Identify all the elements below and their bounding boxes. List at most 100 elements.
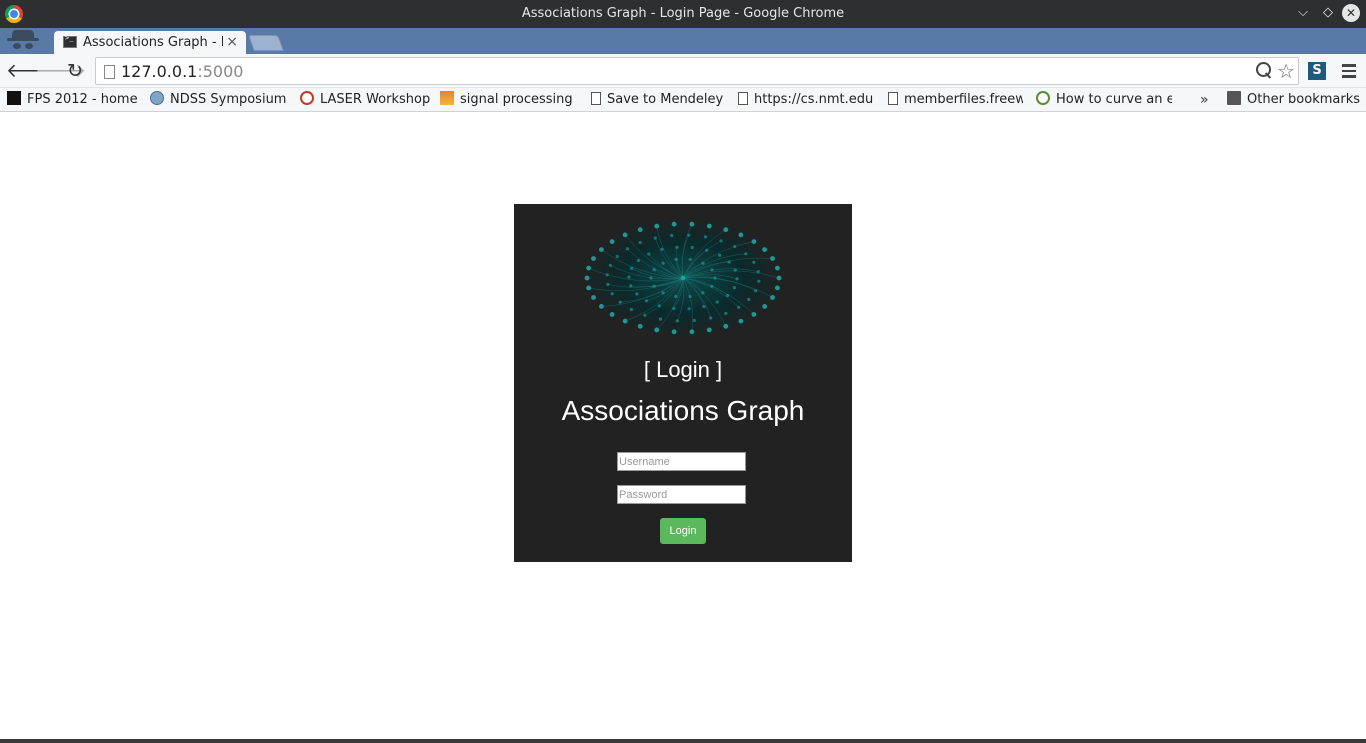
bookmark-curve[interactable]: How to curve an e — [1036, 90, 1172, 110]
graph-node — [702, 305, 706, 309]
page-content: [ Login ] Associations Graph Login — [0, 113, 1366, 739]
other-bookmarks[interactable]: Other bookmarks — [1227, 90, 1362, 110]
graph-node — [591, 256, 596, 261]
graph-node — [652, 268, 656, 272]
graph-node — [609, 312, 615, 317]
bookmark-signal-processing[interactable]: signal processing — [440, 90, 574, 110]
login-panel: [ Login ] Associations Graph Login — [514, 204, 852, 562]
graph-node — [709, 316, 713, 320]
graph-node — [670, 233, 674, 238]
bookmark-star-icon[interactable]: ☆ — [1277, 59, 1295, 83]
graph-node — [732, 286, 736, 290]
new-tab-button[interactable] — [248, 35, 284, 51]
graph-node — [658, 317, 663, 321]
bookmark-cs-nmt[interactable]: https://cs.nmt.edu — [738, 90, 875, 110]
incognito-icon — [6, 30, 40, 52]
bookmark-memberfiles[interactable]: memberfiles.freew — [888, 90, 1023, 110]
close-window-icon[interactable]: ✕ — [1342, 4, 1360, 22]
graph-node — [719, 239, 723, 243]
graph-node — [610, 292, 614, 296]
graph-node — [703, 235, 708, 239]
zoom-magnifier-icon[interactable] — [1256, 62, 1272, 78]
graph-node — [629, 284, 633, 288]
graph-node — [688, 294, 692, 299]
graph-node — [717, 253, 722, 257]
graph-node — [675, 319, 679, 323]
app-title: Associations Graph — [561, 395, 805, 426]
graph-node — [671, 221, 677, 227]
graph-node — [723, 227, 729, 233]
graph-node — [609, 239, 615, 244]
tab-label: Associations Graph - Login Page — [83, 35, 223, 50]
maximize-icon[interactable]: ◇ — [1319, 4, 1337, 22]
graph-node — [638, 240, 642, 245]
tab-close-icon[interactable]: × — [226, 34, 238, 50]
tab-strip: Associations Graph - Login Page × — [0, 28, 1366, 54]
graph-node — [672, 306, 676, 311]
graph-node — [715, 300, 719, 304]
graph-node — [770, 256, 775, 261]
hamburger-menu-icon[interactable] — [1342, 64, 1356, 78]
graph-node — [754, 289, 758, 293]
graph-node — [751, 239, 757, 244]
graph-node — [762, 247, 767, 252]
folder-icon — [1227, 91, 1241, 105]
graph-node — [629, 307, 633, 312]
bookmark-fps-2012[interactable]: FPS 2012 - home — [7, 90, 142, 110]
graph-node — [726, 293, 730, 298]
page-icon — [738, 92, 748, 105]
password-input[interactable] — [617, 485, 746, 504]
graph-node — [744, 252, 748, 256]
graph-node — [661, 261, 665, 265]
graph-node — [738, 318, 744, 324]
bookmark-laser[interactable]: LASER Workshop — [300, 90, 430, 110]
graph-node — [647, 252, 651, 256]
graph-node — [701, 261, 705, 265]
bottom-edge — [0, 739, 1366, 743]
ndss-icon — [150, 91, 164, 105]
login-button[interactable]: Login — [660, 518, 706, 544]
graph-node — [680, 275, 686, 281]
url-text[interactable]: 127.0.0.1:5000 — [121, 62, 243, 81]
bookmark-ndss[interactable]: NDSS Symposium — [150, 90, 286, 110]
graph-node — [654, 223, 660, 229]
graph-node — [770, 295, 775, 300]
graph-node — [706, 327, 712, 333]
reload-icon[interactable]: ↻ — [64, 60, 86, 82]
graph-node — [690, 245, 694, 250]
graph-node — [653, 236, 657, 240]
back-arrow-icon[interactable]: 🡐 — [6, 60, 57, 82]
graph-node — [652, 284, 656, 288]
username-input[interactable] — [617, 452, 746, 471]
graph-node — [710, 268, 714, 272]
cert-icon — [300, 91, 314, 105]
extension-s-icon[interactable]: S — [1308, 62, 1326, 80]
graph-node — [657, 304, 661, 308]
graph-node — [622, 232, 628, 238]
graph-node — [637, 227, 643, 233]
graph-node — [599, 247, 604, 252]
bookmarks-overflow-icon[interactable]: » — [1200, 90, 1209, 110]
graph-node — [608, 263, 612, 267]
graph-node — [605, 273, 609, 277]
graph-node — [688, 257, 692, 262]
graph-node — [713, 276, 717, 280]
tab-associations-graph[interactable]: Associations Graph - Login Page × — [54, 31, 246, 54]
graph-node — [735, 277, 739, 281]
window-title: Associations Graph - Login Page - Google… — [521, 6, 845, 21]
graph-node — [649, 276, 653, 280]
graph-node — [738, 232, 744, 238]
bookmark-mendeley[interactable]: Save to Mendeley — [591, 90, 727, 110]
graph-node — [775, 285, 780, 291]
graph-node — [762, 304, 767, 309]
graph-node — [644, 299, 649, 303]
address-bar[interactable]: 127.0.0.1:5000 ☆ — [95, 57, 1299, 85]
graph-node — [692, 318, 696, 323]
graph-node — [756, 270, 760, 274]
graph-node — [689, 329, 695, 335]
minimize-icon[interactable]: ⌵ — [1294, 4, 1312, 22]
graph-node — [751, 312, 757, 317]
forward-arrow-icon[interactable]: 🡒 — [35, 60, 86, 82]
graph-node — [723, 323, 729, 329]
page-icon — [104, 65, 115, 79]
